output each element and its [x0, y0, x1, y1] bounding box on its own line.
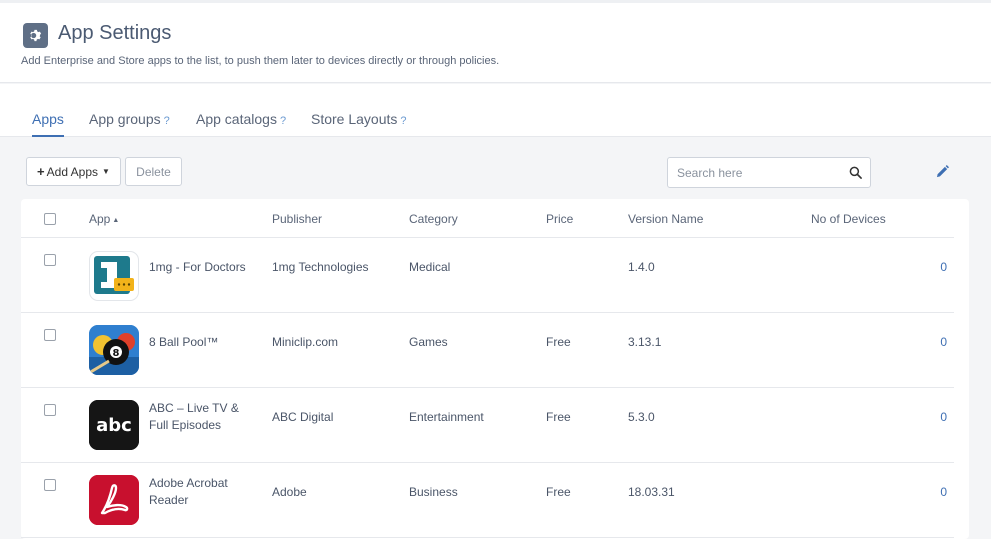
plus-icon: +	[37, 164, 45, 179]
table-row[interactable]: Adobe Acrobat Reader Adobe Business Free…	[21, 463, 954, 538]
device-count-link[interactable]: 0	[940, 485, 947, 499]
tab-label: App catalogs	[196, 111, 277, 127]
app-name[interactable]: 1mg - For Doctors	[149, 259, 246, 276]
tab-label: App groups	[89, 111, 161, 127]
app-category: Medical	[409, 260, 451, 274]
apps-table: App ▲ Publisher Category Price Version Na…	[21, 199, 969, 539]
abc-app-icon: abc	[89, 400, 139, 450]
app-publisher: Miniclip.com	[272, 335, 339, 349]
app-version: 5.3.0	[628, 410, 655, 424]
page-subtitle: Add Enterprise and Store apps to the lis…	[21, 55, 500, 67]
column-header-publisher: Publisher	[272, 212, 323, 226]
app-publisher: Adobe	[272, 485, 307, 499]
1mg-app-icon	[89, 251, 139, 301]
table-header: App ▲ Publisher Category Price Version Na…	[21, 199, 954, 238]
edit-icon[interactable]	[936, 165, 949, 178]
search-icon[interactable]	[849, 166, 862, 179]
app-version: 1.4.0	[628, 260, 655, 274]
page-title: App Settings	[58, 22, 172, 44]
select-all-checkbox[interactable]	[44, 213, 56, 225]
row-checkbox[interactable]	[44, 479, 56, 491]
search-box	[667, 157, 871, 188]
delete-button[interactable]: Delete	[125, 157, 182, 186]
app-category: Business	[409, 485, 458, 499]
device-count-link[interactable]: 0	[940, 335, 947, 349]
caret-down-icon: ▼	[102, 167, 110, 176]
device-count-link[interactable]: 0	[940, 260, 947, 274]
table-row[interactable]: 8 8 Ball Pool™ Miniclip.com Games Free 3…	[21, 313, 954, 388]
row-checkbox[interactable]	[44, 404, 56, 416]
app-publisher: 1mg Technologies	[272, 260, 369, 274]
svg-text:8: 8	[113, 348, 120, 359]
row-checkbox[interactable]	[44, 329, 56, 341]
tab-app-catalogs[interactable]: App catalogs?	[196, 111, 286, 137]
app-price: Free	[546, 335, 571, 349]
svg-text:abc: abc	[96, 415, 132, 436]
app-category: Games	[409, 335, 448, 349]
app-category: Entertainment	[409, 410, 484, 424]
tab-app-groups[interactable]: App groups?	[89, 111, 170, 137]
help-icon[interactable]: ?	[280, 115, 286, 127]
app-version: 3.13.1	[628, 335, 662, 349]
column-header-price: Price	[546, 212, 574, 226]
app-name[interactable]: 8 Ball Pool™	[149, 334, 218, 351]
table-row[interactable]: abc ABC – Live TV & Full Episodes ABC Di…	[21, 388, 954, 463]
tab-label: Apps	[32, 111, 64, 127]
column-header-no-of-devices: No of Devices	[811, 212, 886, 226]
gear-icon	[23, 23, 48, 48]
column-header-category: Category	[409, 212, 458, 226]
sort-ascending-icon: ▲	[112, 217, 120, 224]
tab-label: Store Layouts	[311, 111, 398, 127]
tab-apps[interactable]: Apps	[32, 111, 64, 137]
8-ball-pool-app-icon: 8	[89, 325, 139, 375]
device-count-link[interactable]: 0	[940, 410, 947, 424]
adobe-acrobat-app-icon	[89, 475, 139, 525]
app-version: 18.03.31	[628, 485, 675, 499]
app-publisher: ABC Digital	[272, 410, 334, 424]
column-header-version-name: Version Name	[628, 212, 704, 226]
search-input[interactable]	[677, 164, 837, 182]
app-price: Free	[546, 410, 571, 424]
table-row[interactable]: 1mg - For Doctors 1mg Technologies Medic…	[21, 238, 954, 313]
add-apps-button[interactable]: + Add Apps ▼	[26, 157, 121, 186]
app-name[interactable]: ABC – Live TV & Full Episodes	[149, 400, 239, 434]
tab-store-layouts[interactable]: Store Layouts?	[311, 111, 407, 137]
help-icon[interactable]: ?	[164, 115, 170, 127]
help-icon[interactable]: ?	[400, 115, 406, 127]
tab-bar: Apps App groups? App catalogs? Store Lay…	[0, 84, 991, 137]
add-apps-label: Add Apps	[46, 164, 99, 179]
app-price: Free	[546, 485, 571, 499]
page-header: App Settings Add Enterprise and Store ap…	[0, 0, 991, 83]
row-checkbox[interactable]	[44, 254, 56, 266]
column-header-app[interactable]: App ▲	[89, 212, 119, 226]
app-name[interactable]: Adobe Acrobat Reader	[149, 475, 228, 509]
